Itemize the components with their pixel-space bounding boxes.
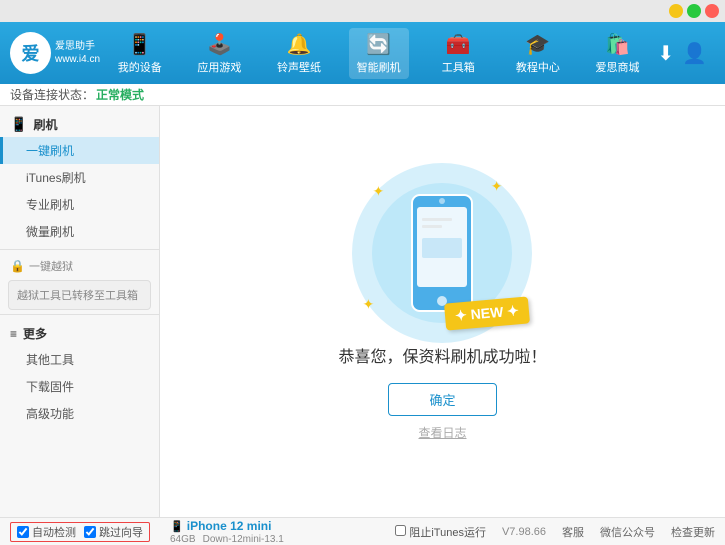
logo-text: 爱思助手 www.i4.cn bbox=[55, 40, 100, 66]
nav-item-toolbox[interactable]: 🧰 工具箱 bbox=[428, 28, 488, 79]
star-left: ✦ bbox=[454, 306, 471, 323]
notice-text: 越狱工具已转移至工具箱 bbox=[17, 290, 138, 302]
sidebar-divider-2 bbox=[0, 314, 159, 315]
device-icon: 📱 bbox=[170, 521, 184, 533]
jailbreak-label: 一键越狱 bbox=[29, 258, 73, 274]
nav-item-shop[interactable]: 🛍️ 爱思商城 bbox=[587, 28, 647, 79]
apps-games-icon: 🕹️ bbox=[207, 32, 232, 57]
logo-circle: 爱 bbox=[10, 32, 51, 74]
main-container: 📱 刷机 一键刷机 iTunes刷机 专业刷机 微量刷机 🔒 一键越狱 越狱工具… bbox=[0, 106, 725, 517]
tutorial-label: 教程中心 bbox=[516, 59, 560, 75]
new-text: NEW bbox=[470, 303, 504, 322]
support-link[interactable]: 客服 bbox=[562, 524, 584, 540]
logo-icon: 爱 bbox=[21, 40, 39, 66]
stop-itunes-label: 阻止iTunes运行 bbox=[409, 527, 486, 539]
device-name: iPhone 12 mini bbox=[187, 519, 272, 533]
jailbreak-header: 🔒 一键越狱 bbox=[0, 254, 159, 276]
version-text: V7.98.66 bbox=[502, 526, 546, 538]
download-icon[interactable]: ⬇ bbox=[657, 41, 674, 66]
auto-detect-checkbox[interactable]: 自动检测 bbox=[17, 524, 76, 540]
device-status-value: 正常模式 bbox=[96, 86, 144, 103]
shop-label: 爱思商城 bbox=[595, 59, 639, 75]
bottom-bar: 自动检测 跳过向导 📱 iPhone 12 mini 64GB Down-12m… bbox=[0, 517, 725, 545]
toolbox-label: 工具箱 bbox=[442, 59, 475, 75]
device-status-label: 设备连接状态： bbox=[10, 86, 94, 103]
bottom-left: 自动检测 跳过向导 📱 iPhone 12 mini 64GB Down-12m… bbox=[10, 519, 284, 545]
lock-icon: 🔒 bbox=[10, 259, 25, 273]
skip-wizard-checkbox[interactable]: 跳过向导 bbox=[84, 524, 143, 540]
wechat-link[interactable]: 微信公众号 bbox=[600, 524, 655, 540]
device-status-bar: 设备连接状态： 正常模式 bbox=[0, 84, 725, 106]
device-firmware: Down-12mini-13.1 bbox=[203, 534, 284, 545]
success-text: 恭喜您，保资料刷机成功啦！ bbox=[338, 343, 546, 367]
apps-games-label: 应用游戏 bbox=[197, 59, 241, 75]
sparkle-2: ✦ bbox=[491, 178, 503, 195]
ringtones-label: 铃声壁纸 bbox=[277, 59, 321, 75]
sidebar-item-one-click-flash[interactable]: 一键刷机 bbox=[0, 137, 159, 164]
skip-wizard-label: 跳过向导 bbox=[99, 524, 143, 540]
content-area: ✦ ✦ ✦ bbox=[160, 106, 725, 517]
nav-item-ringtones[interactable]: 🔔 铃声壁纸 bbox=[269, 28, 329, 79]
device-info: 📱 iPhone 12 mini 64GB Down-12mini-13.1 bbox=[170, 519, 284, 545]
skip-wizard-input[interactable] bbox=[84, 526, 96, 538]
sidebar-item-other-tools[interactable]: 其他工具 bbox=[0, 346, 159, 373]
sidebar-item-download-firmware[interactable]: 下载固件 bbox=[0, 373, 159, 400]
close-button[interactable] bbox=[705, 4, 719, 18]
illustration-area: ✦ ✦ ✦ bbox=[338, 163, 546, 441]
sidebar-item-advanced[interactable]: 高级功能 bbox=[0, 400, 159, 427]
nav-item-apps-games[interactable]: 🕹️ 应用游戏 bbox=[189, 28, 249, 79]
title-bar bbox=[0, 0, 725, 22]
flash-section-icon: 📱 bbox=[10, 116, 27, 133]
ringtones-icon: 🔔 bbox=[287, 32, 312, 57]
shop-icon: 🛍️ bbox=[605, 32, 630, 57]
star-right: ✦ bbox=[506, 302, 519, 319]
flash-section-header: 📱 刷机 bbox=[0, 110, 159, 137]
flash-section-title: 刷机 bbox=[33, 116, 57, 133]
sparkle-1: ✦ bbox=[372, 183, 384, 200]
nav-item-smart-flash[interactable]: 🔄 智能刷机 bbox=[349, 28, 409, 79]
more-section-title: 更多 bbox=[23, 325, 47, 342]
my-device-icon: 📱 bbox=[127, 32, 152, 57]
nav-item-tutorial[interactable]: 🎓 教程中心 bbox=[508, 28, 568, 79]
tutorial-icon: 🎓 bbox=[525, 32, 550, 57]
phone-illustration bbox=[407, 193, 477, 313]
smart-flash-icon: 🔄 bbox=[366, 32, 391, 57]
check-update-link[interactable]: 检查更新 bbox=[671, 524, 715, 540]
minimize-button[interactable] bbox=[669, 4, 683, 18]
logo[interactable]: 爱 爱思助手 www.i4.cn bbox=[10, 28, 100, 78]
sidebar-divider-1 bbox=[0, 249, 159, 250]
auto-detect-label: 自动检测 bbox=[32, 524, 76, 540]
nav-right: ⬇ 👤 bbox=[657, 41, 715, 66]
more-section-header: ≡ 更多 bbox=[0, 319, 159, 346]
auto-detect-input[interactable] bbox=[17, 526, 29, 538]
view-log-link[interactable]: 查看日志 bbox=[418, 424, 466, 441]
user-icon[interactable]: 👤 bbox=[682, 41, 707, 66]
nav-items: 📱 我的设备 🕹️ 应用游戏 🔔 铃声壁纸 🔄 智能刷机 🧰 工具箱 🎓 教程中… bbox=[100, 28, 657, 79]
my-device-label: 我的设备 bbox=[118, 59, 162, 75]
logo-line2: www.i4.cn bbox=[55, 53, 100, 66]
phone-container: ✦ ✦ ✦ bbox=[352, 163, 532, 343]
logo-line1: 爱思助手 bbox=[55, 40, 100, 53]
smart-flash-label: 智能刷机 bbox=[357, 59, 401, 75]
sidebar-item-save-flash[interactable]: 微量刷机 bbox=[0, 218, 159, 245]
stop-itunes-checkbox[interactable] bbox=[395, 525, 406, 536]
sidebar-notice: 越狱工具已转移至工具箱 bbox=[8, 280, 151, 310]
device-storage: 64GB bbox=[170, 534, 196, 545]
sparkle-3: ✦ bbox=[362, 296, 374, 313]
maximize-button[interactable] bbox=[687, 4, 701, 18]
sidebar-item-pro-flash[interactable]: 专业刷机 bbox=[0, 191, 159, 218]
checkboxes-group: 自动检测 跳过向导 bbox=[10, 522, 150, 542]
bottom-right: 阻止iTunes运行 V7.98.66 客服 微信公众号 检查更新 bbox=[395, 524, 715, 540]
sidebar: 📱 刷机 一键刷机 iTunes刷机 专业刷机 微量刷机 🔒 一键越狱 越狱工具… bbox=[0, 106, 160, 517]
header: 爱 爱思助手 www.i4.cn 📱 我的设备 🕹️ 应用游戏 🔔 铃声壁纸 🔄… bbox=[0, 22, 725, 84]
confirm-button[interactable]: 确定 bbox=[388, 383, 496, 416]
sidebar-item-itunes-flash[interactable]: iTunes刷机 bbox=[0, 164, 159, 191]
stop-itunes[interactable]: 阻止iTunes运行 bbox=[395, 524, 486, 540]
more-icon: ≡ bbox=[10, 327, 17, 341]
toolbox-icon: 🧰 bbox=[446, 32, 471, 57]
nav-item-my-device[interactable]: 📱 我的设备 bbox=[110, 28, 170, 79]
